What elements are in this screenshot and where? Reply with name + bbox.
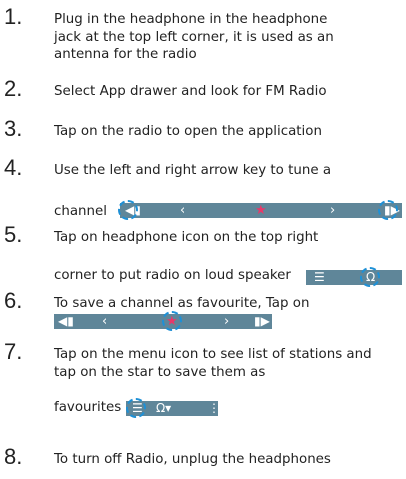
step-text: To save a channel as favourite, Tap on xyxy=(54,296,310,311)
step-text-line2: corner to put radio on loud speaker xyxy=(54,268,291,283)
list-menu-icon[interactable]: ☰ xyxy=(314,270,325,285)
skip-previous-icon[interactable]: ◀▮ xyxy=(58,314,74,329)
highlight-circle xyxy=(162,311,182,331)
step-number: 5. xyxy=(4,222,23,247)
step-number: 6. xyxy=(4,288,23,313)
step-text-line2: channel xyxy=(54,204,107,219)
tuner-bar: ◀▮ ‹ ★ › ▮▶ xyxy=(54,311,272,331)
tuner-bar: ◀​▮ ‹ ★ › ▮▶ xyxy=(118,200,402,220)
chevron-right-icon[interactable]: › xyxy=(330,203,335,218)
headphone-icon[interactable]: Ω▾ xyxy=(156,401,171,416)
step-text: Select App drawer and look for FM Radio xyxy=(54,84,327,99)
step-text-line2: favourites xyxy=(54,400,122,415)
highlight-circle xyxy=(360,267,380,287)
step-text: Tap on the menu icon to see list of stat… xyxy=(54,347,372,380)
step-text: Tap on headphone icon on the top right xyxy=(54,230,319,245)
step-text: To turn off Radio, unplug the headphones xyxy=(54,452,331,467)
step-number: 2. xyxy=(4,76,23,101)
step-number: 8. xyxy=(4,444,23,469)
step-number: 3. xyxy=(4,116,23,141)
highlight-circle xyxy=(126,398,146,418)
highlight-circle xyxy=(118,200,138,220)
chevron-right-icon[interactable]: › xyxy=(224,314,229,329)
top-bar-icons: ☰ Ω▾ ⋮ xyxy=(126,398,220,418)
step-text: Use the left and right arrow key to tune… xyxy=(54,163,332,178)
skip-next-icon[interactable]: ▮▶ xyxy=(254,314,270,329)
step-text: Plug in the headphone in the headphone j… xyxy=(54,12,334,62)
chevron-left-icon[interactable]: ‹ xyxy=(102,314,107,329)
step-text: Tap on the radio to open the application xyxy=(54,124,322,139)
step-number: 4. xyxy=(4,155,23,180)
step-number: 7. xyxy=(4,339,23,364)
top-bar-icons: ☰ Ω xyxy=(306,267,402,287)
chevron-left-icon[interactable]: ‹ xyxy=(180,203,185,218)
more-vert-icon[interactable]: ⋮ xyxy=(208,401,220,416)
step-number: 1. xyxy=(4,4,23,29)
star-icon[interactable]: ★ xyxy=(255,203,267,218)
highlight-circle xyxy=(378,200,398,220)
